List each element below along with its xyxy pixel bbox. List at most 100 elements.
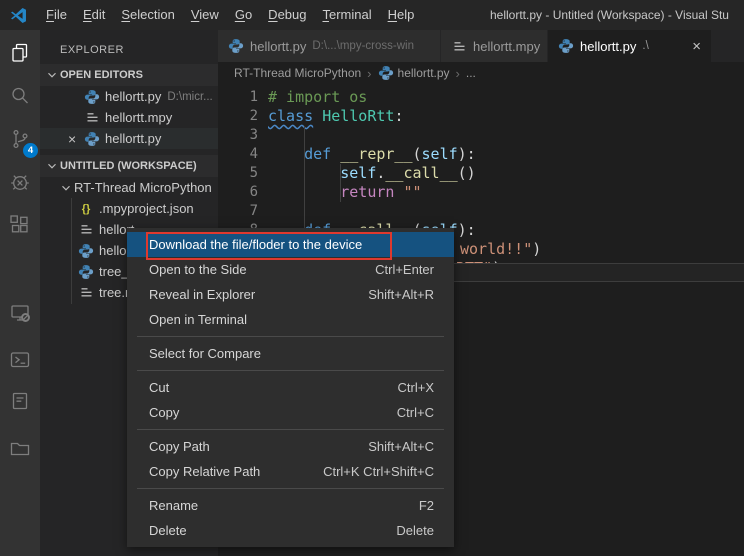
section-label: OPEN EDITORS [60, 69, 143, 81]
file-type-icon [84, 89, 100, 105]
context-menu-item[interactable]: CopyCtrl+C [127, 400, 454, 425]
close-icon[interactable]: × [68, 132, 84, 146]
file-type-icon [78, 285, 94, 301]
activity-extensions[interactable] [0, 205, 40, 245]
menu-item-shortcut: F2 [419, 498, 434, 513]
menu-selection[interactable]: Selection [113, 7, 182, 22]
folder-rt-thread-micropython[interactable]: RT-Thread MicroPython [40, 177, 218, 198]
list-file-icon [452, 39, 467, 54]
list-file-icon [79, 222, 94, 237]
menu-item-label: Open in Terminal [149, 312, 247, 327]
menu-item-label: Copy Relative Path [149, 464, 260, 479]
json-braces-icon: {} [82, 203, 91, 215]
tab-label: hellortt.py [250, 39, 306, 54]
chevron-down-icon [45, 159, 59, 173]
open-editor-item[interactable]: ×hellortt.py [40, 128, 218, 149]
code-line[interactable]: 7 [218, 202, 744, 221]
code-line[interactable]: 5 self.__call__() [218, 164, 744, 183]
remote-device-icon [8, 301, 32, 325]
menu-item-shortcut: Ctrl+C [397, 405, 434, 420]
context-menu-item[interactable]: Open to the SideCtrl+Enter [127, 257, 454, 282]
menu-view[interactable]: View [183, 7, 227, 22]
menu-terminal[interactable]: Terminal [314, 7, 379, 22]
tab-hellortt.py[interactable]: hellortt.py.\× [548, 30, 711, 62]
list-file-icon [79, 285, 94, 300]
line-number: 3 [218, 126, 258, 145]
extensions-icon [8, 213, 32, 237]
menu-separator [137, 429, 444, 430]
code-line[interactable]: 3 [218, 126, 744, 145]
file-type-icon [78, 264, 94, 280]
activity-folder-explorer[interactable] [0, 428, 40, 468]
menu-debug[interactable]: Debug [260, 7, 314, 22]
activity-debug[interactable] [0, 162, 40, 202]
line-text: self.__call__() [268, 164, 476, 183]
activity-notes[interactable] [0, 381, 40, 421]
menu-item-shortcut: Shift+Alt+C [368, 439, 434, 454]
code-line[interactable]: 2class HelloRtt: [218, 107, 744, 126]
file-type-icon: {} [78, 201, 94, 217]
activity-explorer[interactable] [0, 33, 40, 73]
context-menu-item[interactable]: CutCtrl+X [127, 375, 454, 400]
breadcrumb-item[interactable]: RT-Thread MicroPython [234, 66, 361, 80]
file-type-icon [558, 38, 574, 54]
breadcrumb-item[interactable]: ... [466, 66, 476, 80]
workspace-header[interactable]: UNTITLED (WORKSPACE) [40, 155, 218, 177]
context-menu-item[interactable]: DeleteDelete [127, 518, 454, 543]
context-menu-item[interactable]: Rename F2 [127, 493, 454, 518]
activity-remote-device[interactable] [0, 293, 40, 333]
breadcrumb-separator: › [367, 66, 371, 81]
open-editor-item[interactable]: hellortt.pyD:\micr... [40, 86, 218, 107]
context-menu-item[interactable]: Reveal in ExplorerShift+Alt+R [127, 282, 454, 307]
vscode-window: FileEditSelectionViewGoDebugTerminalHelp… [0, 0, 744, 556]
context-menu: Download the file/floder to the deviceOp… [127, 228, 454, 547]
line-text: # import os [268, 88, 367, 107]
tab-detail: D:\...\mpy-cross-win [312, 40, 414, 52]
code-line[interactable]: 6 return "" [218, 183, 744, 202]
close-icon[interactable]: × [692, 39, 701, 54]
line-text: def __repr__(self): [268, 145, 476, 164]
line-number: 1 [218, 88, 258, 107]
file-name: .mpyproject.json [99, 201, 194, 216]
titlebar: FileEditSelectionViewGoDebugTerminalHelp… [0, 0, 744, 30]
menu-item-label: Rename [149, 498, 198, 513]
breadcrumb-label: hellortt.py [398, 66, 450, 80]
activity-source-control[interactable]: 4 [0, 119, 40, 159]
folder-label: RT-Thread MicroPython [74, 180, 212, 195]
list-file-icon [85, 110, 100, 125]
activity-terminal[interactable] [0, 340, 40, 380]
menu-file[interactable]: File [38, 7, 75, 22]
menu-go[interactable]: Go [227, 7, 260, 22]
tree-item[interactable]: {} .mpyproject.json [40, 198, 218, 219]
context-menu-item[interactable]: Open in Terminal [127, 307, 454, 332]
context-menu-item[interactable]: Copy PathShift+Alt+C [127, 434, 454, 459]
tab-detail: .\ [642, 40, 648, 52]
search-icon [8, 84, 32, 108]
tab-hellortt.py[interactable]: hellortt.py D:\...\mpy-cross-win [218, 30, 440, 62]
tab-hellortt.mpy[interactable]: hellortt.mpy [441, 30, 547, 62]
code-line[interactable]: 1 # import os [218, 88, 744, 107]
line-number: 6 [218, 183, 258, 202]
file-type-icon [451, 38, 467, 54]
menu-separator [137, 336, 444, 337]
context-menu-item[interactable]: Select for Compare [127, 341, 454, 366]
code-line[interactable]: 4 def __repr__(self): [218, 145, 744, 164]
open-editor-item[interactable]: hellortt.mpy [40, 107, 218, 128]
activity-search[interactable] [0, 76, 40, 116]
context-menu-item[interactable]: Copy Relative PathCtrl+K Ctrl+Shift+C [127, 459, 454, 484]
vscode-logo-icon [10, 7, 27, 24]
open-editors-header[interactable]: OPEN EDITORS [40, 64, 218, 86]
menu-item-shortcut: Delete [396, 523, 434, 538]
file-type-icon [78, 243, 94, 259]
file-type-icon [84, 131, 100, 147]
scm-badge: 4 [23, 143, 38, 158]
file-type-icon [84, 110, 100, 126]
tree-indent-guide [71, 198, 72, 304]
menu-item-label: Select for Compare [149, 346, 261, 361]
menu-item-shortcut: Ctrl+X [398, 380, 434, 395]
breadcrumb-item[interactable]: hellortt.py [378, 65, 450, 81]
menu-edit[interactable]: Edit [75, 7, 113, 22]
notes-icon [8, 389, 32, 413]
file-type-icon [228, 38, 244, 54]
menu-help[interactable]: Help [380, 7, 423, 22]
